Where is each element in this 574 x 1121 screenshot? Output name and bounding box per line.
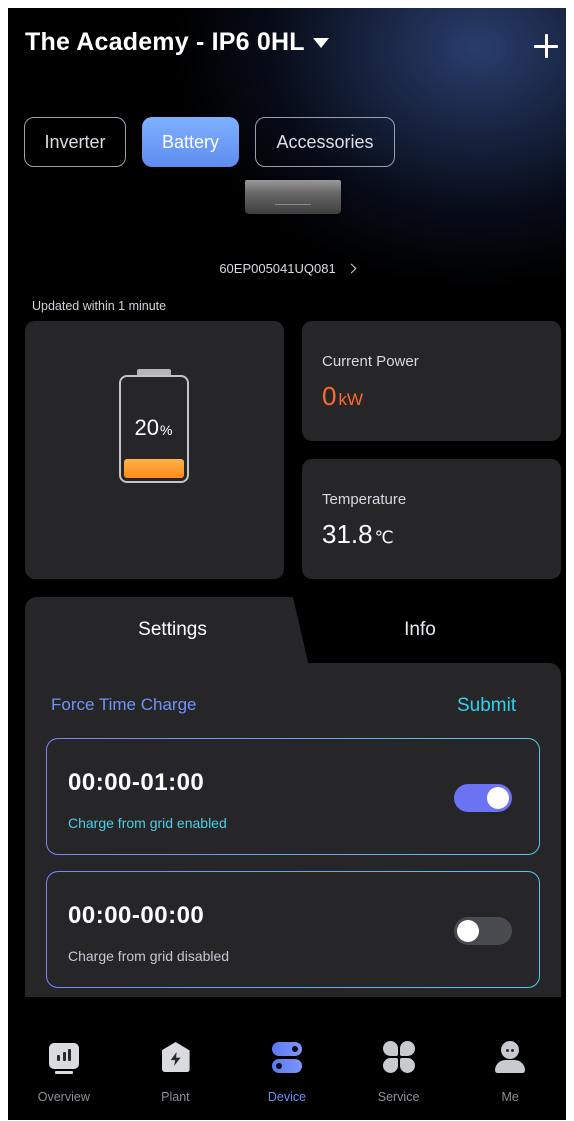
current-power-value: 0 kW (322, 381, 363, 412)
service-icon-petal (382, 1058, 398, 1073)
bottom-nav: Overview Plant Device Service Me (8, 1028, 566, 1120)
slot-note: Charge from grid enabled (68, 815, 227, 831)
nav-label: Overview (37, 1090, 90, 1104)
battery-level-fill (124, 459, 184, 478)
overview-icon (46, 1040, 82, 1074)
device-icon (269, 1040, 305, 1074)
me-icon-body (495, 1060, 526, 1073)
nav-overview[interactable]: Overview (8, 1028, 120, 1120)
serial-link[interactable]: 60EP005041UQ081 (8, 261, 566, 276)
charge-slot-2[interactable]: 00:00-00:00 Charge from grid disabled (46, 871, 540, 988)
nav-label: Me (501, 1090, 519, 1104)
temperature-label: Temperature (322, 491, 407, 508)
serial-number: 60EP005041UQ081 (219, 261, 336, 276)
current-power-number: 0 (322, 381, 337, 411)
temperature-number: 31.8 (322, 519, 373, 549)
nav-label: Service (377, 1090, 420, 1104)
nav-device[interactable]: Device (231, 1028, 343, 1120)
nav-me[interactable]: Me (454, 1028, 566, 1120)
current-power-card: Current Power 0 kW (302, 321, 561, 441)
toggle-knob (457, 920, 479, 942)
overview-icon-underline (55, 1071, 73, 1074)
current-power-unit: kW (338, 390, 364, 409)
temperature-value: 31.8 ℃ (322, 519, 394, 550)
temperature-unit: ℃ (374, 528, 394, 547)
add-icon[interactable] (534, 34, 558, 58)
slot-2-toggle[interactable] (454, 917, 512, 945)
tab-inverter[interactable]: Inverter (24, 117, 126, 167)
service-icon-petal (399, 1041, 415, 1056)
overview-icon-bar (57, 1055, 60, 1061)
tab-info[interactable]: Info (320, 619, 520, 641)
update-status: Updated within 1 minute (32, 299, 167, 313)
service-icon-petal (399, 1058, 415, 1073)
slot-time: 00:00-01:00 (68, 769, 205, 796)
battery-percent: 20% (121, 415, 186, 441)
app-screen: The Academy - IP6 0HL Inverter Battery A… (8, 8, 566, 1120)
overview-icon-box (49, 1043, 79, 1069)
slot-1-toggle[interactable] (454, 784, 512, 812)
service-icon (381, 1040, 417, 1074)
submit-button[interactable]: Submit (457, 695, 516, 717)
toggle-knob (487, 787, 509, 809)
battery-card: 20% (25, 321, 284, 579)
force-time-charge-title: Force Time Charge (51, 695, 197, 714)
me-icon (492, 1040, 528, 1074)
battery-body: 20% (119, 375, 189, 483)
header: The Academy - IP6 0HL (8, 8, 566, 88)
nav-service[interactable]: Service (343, 1028, 455, 1120)
nav-plant[interactable]: Plant (120, 1028, 232, 1120)
charge-slot-1[interactable]: 00:00-01:00 Charge from grid enabled (46, 738, 540, 855)
battery-device-image (245, 180, 341, 214)
tab-battery[interactable]: Battery (142, 117, 239, 167)
plant-selector[interactable]: The Academy - IP6 0HL (25, 28, 329, 57)
slot-note: Charge from grid disabled (68, 948, 230, 964)
chevron-right-icon (346, 263, 357, 274)
settings-panel: Settings Info Force Time Charge Submit 0… (25, 597, 561, 997)
current-power-label: Current Power (322, 353, 419, 370)
me-icon-head (501, 1041, 520, 1059)
overview-icon-bar (62, 1052, 66, 1061)
overview-icon-bar (68, 1049, 71, 1061)
battery-icon: 20% (119, 369, 189, 483)
service-icon-petal (382, 1041, 398, 1056)
battery-percent-unit: % (160, 422, 173, 438)
nav-label: Plant (161, 1090, 190, 1104)
plant-icon (158, 1040, 194, 1074)
tab-settings[interactable]: Settings (25, 619, 320, 641)
tab-accessories[interactable]: Accessories (255, 117, 395, 167)
slot-time: 00:00-00:00 (68, 902, 205, 929)
temperature-card: Temperature 31.8 ℃ (302, 459, 561, 579)
caret-down-icon (312, 37, 329, 48)
device-tabs: Inverter Battery Accessories (24, 117, 395, 167)
page-title: The Academy - IP6 0HL (25, 28, 305, 56)
nav-label: Device (267, 1090, 307, 1104)
battery-percent-value: 20 (134, 415, 160, 440)
